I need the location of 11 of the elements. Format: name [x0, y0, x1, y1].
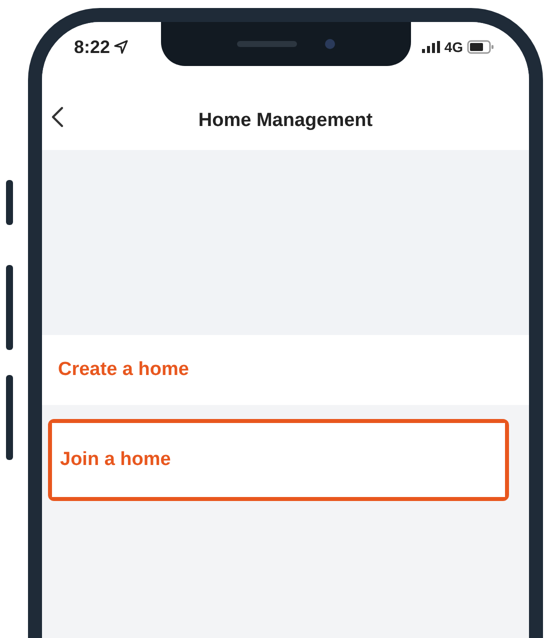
menu-item[interactable]: Create a home [42, 335, 529, 405]
camera-dot [324, 39, 334, 49]
status-time: 8:22 [74, 36, 110, 58]
network-label: 4G [444, 39, 463, 55]
signal-icon [422, 41, 440, 53]
location-arrow-icon [114, 40, 128, 54]
back-icon[interactable] [50, 106, 64, 128]
page-title: Home Management [198, 110, 373, 132]
menu-item[interactable]: Join a home [52, 423, 505, 497]
speaker [236, 41, 296, 47]
battery-icon [467, 40, 495, 54]
